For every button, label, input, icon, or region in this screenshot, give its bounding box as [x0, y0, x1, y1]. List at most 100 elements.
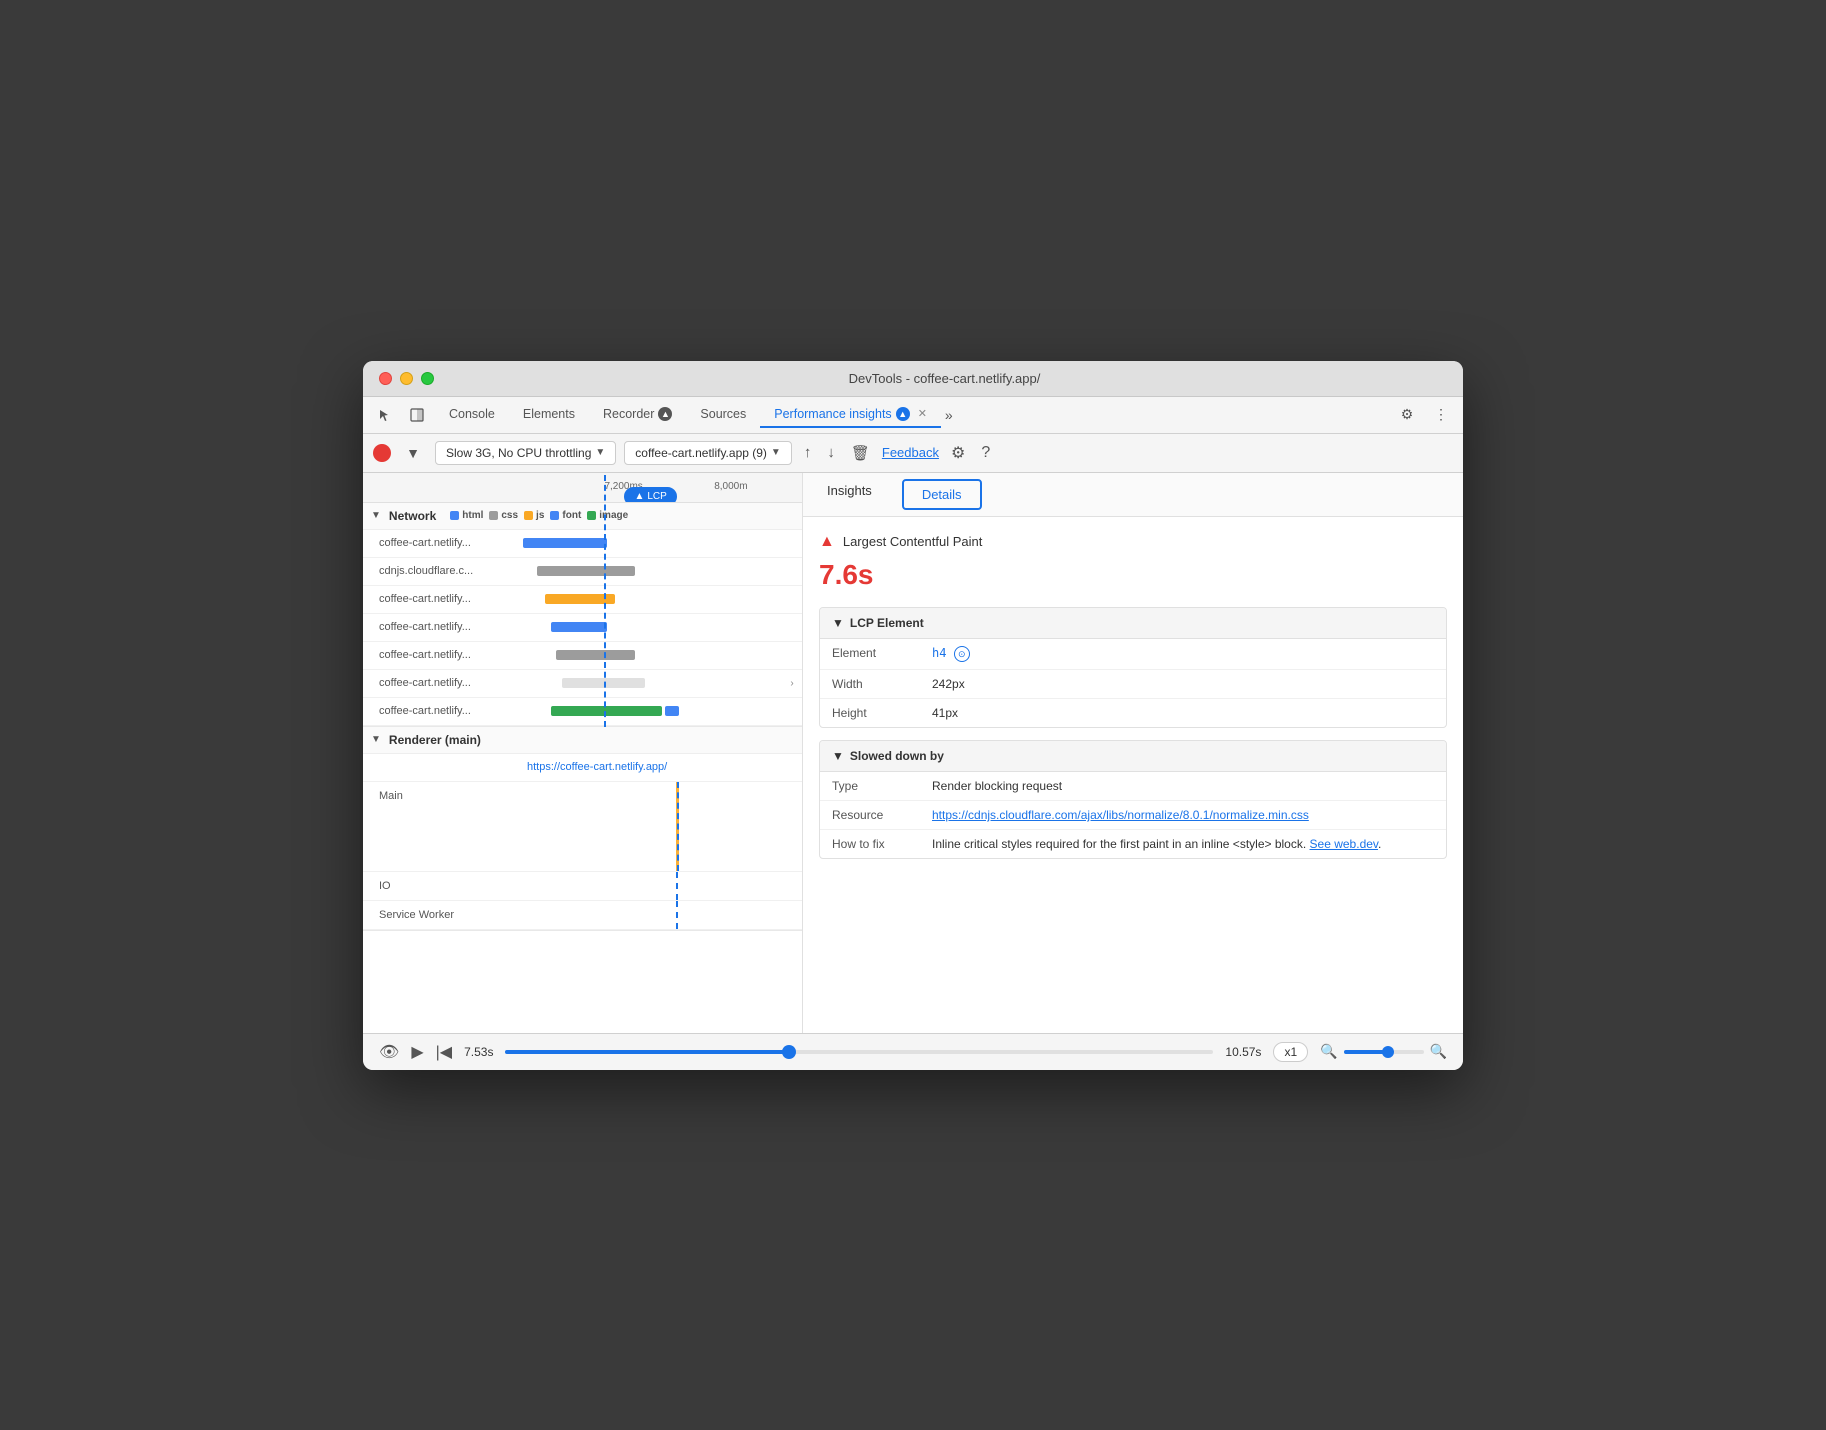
- network-row-0-label: coffee-cart.netlify...: [363, 537, 523, 549]
- resource-link[interactable]: https://cdnjs.cloudflare.com/ajax/libs/n…: [932, 808, 1309, 822]
- speed-control[interactable]: x1: [1273, 1042, 1308, 1062]
- close-button[interactable]: [379, 372, 392, 385]
- legend-image-dot: [587, 511, 596, 520]
- legend-js-dot: [524, 511, 533, 520]
- renderer-url-row: https://coffee-cart.netlify.app/: [363, 754, 802, 782]
- network-throttle-label: Slow 3G, No CPU throttling: [446, 446, 591, 460]
- renderer-dashed-line: [677, 782, 679, 871]
- timeline-scrubber[interactable]: [505, 1050, 1213, 1054]
- network-row-5-bar: [523, 670, 782, 697]
- lcp-element-title: LCP Element: [850, 616, 924, 630]
- perf-settings-icon[interactable]: ⚙: [947, 441, 969, 465]
- network-row-5: coffee-cart.netlify... ›: [363, 670, 802, 698]
- record-button[interactable]: [373, 444, 391, 462]
- network-row-6: coffee-cart.netlify...: [363, 698, 802, 726]
- zoom-slider[interactable]: [1344, 1050, 1424, 1054]
- screenshot-toggle-icon[interactable]: 👁: [379, 1042, 399, 1062]
- renderer-expand-icon[interactable]: ▼: [371, 734, 381, 745]
- width-value: 242px: [932, 677, 1434, 691]
- renderer-url-link[interactable]: https://coffee-cart.netlify.app/: [523, 761, 667, 773]
- play-button[interactable]: ▶: [411, 1042, 423, 1062]
- network-expand-icon[interactable]: ▼: [371, 510, 381, 521]
- record-dropdown-icon[interactable]: ▼: [399, 439, 427, 467]
- lcp-element-header: ▼ LCP Element: [820, 608, 1446, 639]
- element-tag-value: h4: [932, 646, 946, 660]
- legend-font-dot: [550, 511, 559, 520]
- toolbar-right: ⚙ ⋮: [1393, 401, 1455, 429]
- secondary-toolbar: ▼ Slow 3G, No CPU throttling ▼ coffee-ca…: [363, 434, 1463, 473]
- zoom-in-icon[interactable]: 🔍: [1430, 1043, 1447, 1060]
- io-label: IO: [363, 874, 523, 898]
- tab-details[interactable]: Details: [902, 479, 982, 510]
- throttle-arrow-icon: ▼: [595, 447, 605, 458]
- maximize-button[interactable]: [421, 372, 434, 385]
- help-icon[interactable]: ?: [977, 442, 994, 464]
- skip-to-start-icon[interactable]: |◀: [436, 1042, 452, 1062]
- tab-performance-insights[interactable]: Performance insights ▲ ✕: [760, 402, 941, 428]
- renderer-section: ▼ Renderer (main) https://coffee-cart.ne…: [363, 727, 802, 931]
- timeline-thumb[interactable]: [782, 1045, 796, 1059]
- zoom-thumb[interactable]: [1382, 1046, 1394, 1058]
- network-row-2-bar: [523, 586, 802, 613]
- export-icon[interactable]: ↑: [800, 442, 816, 463]
- cursor-icon[interactable]: [371, 401, 399, 429]
- clear-icon[interactable]: 🗑: [847, 442, 874, 464]
- resource-label: Resource: [832, 808, 932, 822]
- element-value: h4 ⊙: [932, 646, 1434, 663]
- tab-close-icon[interactable]: ✕: [918, 407, 927, 420]
- legend-html-label: html: [462, 510, 483, 521]
- network-throttle-dropdown[interactable]: Slow 3G, No CPU throttling ▼: [435, 441, 616, 465]
- minimize-button[interactable]: [400, 372, 413, 385]
- slowed-down-section: ▼ Slowed down by Type Render blocking re…: [819, 740, 1447, 859]
- more-options-icon[interactable]: ⋮: [1427, 401, 1455, 429]
- lcp-element-row: Element h4 ⊙: [820, 639, 1446, 671]
- legend-html-dot: [450, 511, 459, 520]
- network-row-4-label: coffee-cart.netlify...: [363, 649, 523, 661]
- bar-segment: [562, 678, 645, 688]
- width-label: Width: [832, 677, 932, 691]
- inspect-element-icon[interactable]: ⊙: [954, 646, 970, 662]
- legend-css-label: css: [501, 510, 518, 521]
- lcp-badge-label: LCP: [647, 491, 666, 502]
- settings-icon[interactable]: ⚙: [1393, 401, 1421, 429]
- resource-row: Resource https://cdnjs.cloudflare.com/aj…: [820, 801, 1446, 830]
- tab-console[interactable]: Console: [435, 402, 509, 428]
- tab-insights[interactable]: Insights: [803, 473, 896, 516]
- legend-image: image: [587, 510, 628, 521]
- row-expand-icon[interactable]: ›: [782, 678, 802, 689]
- resource-value: https://cdnjs.cloudflare.com/ajax/libs/n…: [932, 808, 1434, 822]
- lcp-badge-container[interactable]: ▲ LCP: [624, 487, 676, 503]
- bar-segment: [551, 622, 607, 632]
- network-section: ▼ Network html css js: [363, 503, 802, 727]
- network-row-0: coffee-cart.netlify...: [363, 530, 802, 558]
- how-to-fix-row: How to fix Inline critical styles requir…: [820, 830, 1446, 858]
- network-row-1-label: cdnjs.cloudflare.c...: [363, 565, 523, 577]
- bar-segment: [556, 650, 634, 660]
- panel-toggle-icon[interactable]: [403, 401, 431, 429]
- tab-sources[interactable]: Sources: [686, 402, 760, 428]
- bar-segment-blue: [665, 706, 679, 716]
- how-to-fix-text: Inline critical styles required for the …: [932, 837, 1306, 851]
- network-row-1-bar: [523, 558, 802, 585]
- bar-segment-green: [551, 706, 663, 716]
- type-label: Type: [832, 779, 932, 793]
- tab-elements[interactable]: Elements: [509, 402, 589, 428]
- legend-js: js: [524, 510, 544, 521]
- renderer-section-label: Renderer (main): [389, 733, 481, 747]
- more-tabs-button[interactable]: »: [941, 403, 957, 427]
- timeline-fill: [505, 1050, 788, 1054]
- insights-content: ▲ Largest Contentful Paint 7.6s ▼ LCP El…: [803, 517, 1463, 1033]
- target-dropdown[interactable]: coffee-cart.netlify.app (9) ▼: [624, 441, 792, 465]
- zoom-out-icon[interactable]: 🔍: [1320, 1043, 1337, 1060]
- see-web-dev-link[interactable]: See web.dev: [1310, 837, 1379, 851]
- feedback-link[interactable]: Feedback: [882, 445, 939, 460]
- target-label: coffee-cart.netlify.app (9): [635, 446, 767, 460]
- tab-recorder[interactable]: Recorder ▲: [589, 402, 686, 428]
- sw-dashed-line: [676, 901, 678, 929]
- network-section-label: Network: [389, 509, 436, 523]
- speed-value: x1: [1284, 1045, 1297, 1059]
- slowed-down-triangle-icon: ▼: [832, 749, 844, 763]
- main-thread-area: [523, 782, 802, 871]
- target-arrow-icon: ▼: [771, 447, 781, 458]
- import-icon[interactable]: ↓: [823, 442, 839, 463]
